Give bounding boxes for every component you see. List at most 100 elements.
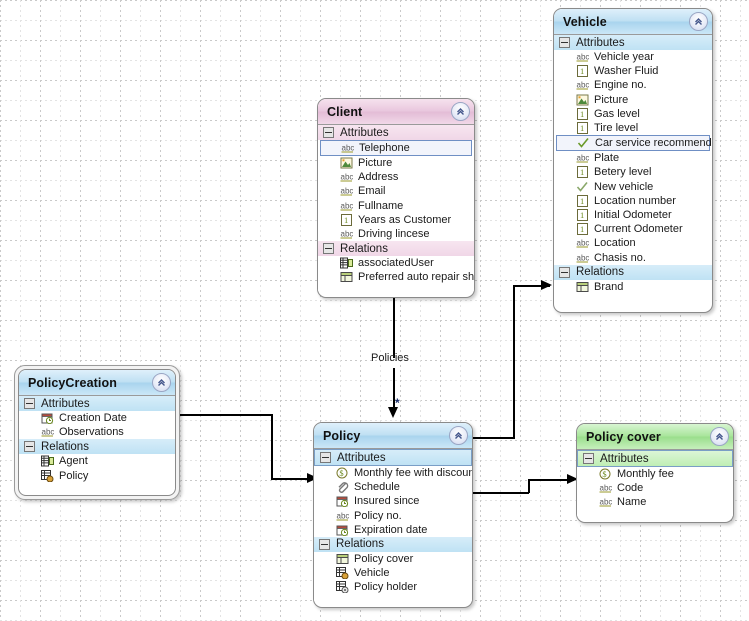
attribute-label: Expiration date	[354, 523, 428, 536]
attribute-row[interactable]: Expiration date	[314, 523, 472, 537]
attribute-row[interactable]: abc Chasis no.	[554, 250, 712, 264]
relation-label: Brand	[594, 280, 624, 293]
collapse-chevron-up-icon[interactable]	[152, 373, 171, 392]
minus-collapse-icon[interactable]	[323, 243, 334, 255]
entity-body: Attributes $ Monthly fee with discount Sc…	[314, 449, 472, 601]
relation-row[interactable]: Policy cover	[314, 552, 472, 566]
entity-client[interactable]: Client Attributes abc Telephone Picture a…	[317, 98, 475, 298]
table-record-icon	[41, 455, 54, 467]
attribute-row[interactable]: 1 Gas level	[554, 107, 712, 121]
relation-row[interactable]: Preferred auto repair shop	[318, 270, 474, 284]
collapse-chevron-up-icon[interactable]	[710, 427, 729, 446]
attribute-label: Initial Odometer	[594, 208, 672, 221]
attribute-row[interactable]: abc Plate	[554, 151, 712, 165]
attribute-label: Picture	[358, 157, 393, 170]
attribute-row[interactable]: Picture	[318, 156, 474, 170]
attribute-row[interactable]: 1 Current Odometer	[554, 222, 712, 236]
entity-header[interactable]: Policy cover	[577, 424, 733, 450]
relation-row[interactable]: Agent	[19, 454, 175, 468]
grid-line	[140, 0, 141, 620]
relation-row[interactable]: Vehicle	[314, 566, 472, 580]
section-header-attributes-selected[interactable]: Attributes	[314, 449, 472, 466]
section-header-relations[interactable]: Relations	[554, 264, 712, 280]
relation-row[interactable]: Brand	[554, 280, 712, 294]
connector-segment	[473, 492, 529, 494]
minus-collapse-icon[interactable]	[24, 441, 35, 453]
minus-collapse-icon[interactable]	[583, 453, 594, 464]
relation-row[interactable]: Policy holder	[314, 580, 472, 594]
attribute-row[interactable]: 1 Location number	[554, 194, 712, 208]
minus-collapse-icon[interactable]	[319, 538, 330, 550]
attribute-row[interactable]: abc Policy no.	[314, 509, 472, 523]
svg-text:1: 1	[580, 167, 584, 177]
svg-text:1: 1	[580, 210, 584, 220]
attribute-label: Engine no.	[594, 79, 647, 92]
entity-policycreation[interactable]: PolicyCreation Attributes Creation Date …	[14, 365, 180, 500]
relation-row[interactable]: Policy	[19, 469, 175, 483]
image-icon	[576, 94, 589, 106]
attribute-row[interactable]: $ Monthly fee	[577, 467, 733, 481]
attribute-row[interactable]: abc Email	[318, 184, 474, 198]
attribute-row[interactable]: abc Engine no.	[554, 78, 712, 92]
section-header-attributes-selected[interactable]: Attributes	[577, 450, 733, 467]
section-header-attributes[interactable]: Attributes	[318, 125, 474, 140]
entity-title: Policy	[323, 428, 361, 443]
minus-collapse-icon[interactable]	[323, 127, 334, 138]
attribute-row[interactable]: Creation Date	[19, 411, 175, 425]
abc-text-icon: abc	[576, 152, 589, 164]
attribute-row[interactable]: abc Observations	[19, 425, 175, 439]
attribute-row[interactable]: $ Monthly fee with discount	[314, 466, 472, 480]
relation-label: Vehicle	[354, 567, 390, 580]
attribute-row[interactable]: abc Location	[554, 236, 712, 250]
attribute-row[interactable]: Schedule	[314, 480, 472, 494]
section-header-attributes[interactable]: Attributes	[19, 396, 175, 411]
section-header-relations[interactable]: Relations	[318, 241, 474, 257]
section-header-attributes[interactable]: Attributes	[554, 35, 712, 50]
calendar-icon	[336, 495, 349, 508]
minus-collapse-icon[interactable]	[320, 452, 331, 463]
entity-header[interactable]: PolicyCreation	[19, 370, 175, 396]
collapse-chevron-up-icon[interactable]	[451, 102, 470, 121]
abc-text-icon: abc	[340, 171, 353, 183]
abc-text-icon: abc	[41, 426, 54, 438]
attribute-row[interactable]: abc Fullname	[318, 199, 474, 213]
entity-header[interactable]: Client	[318, 99, 474, 125]
attribute-row[interactable]: Insured since	[314, 494, 472, 508]
checkmark-icon	[577, 137, 590, 149]
attribute-row-selected[interactable]: abc Telephone	[320, 140, 472, 156]
table-clock-icon	[336, 581, 349, 594]
minus-collapse-icon[interactable]	[559, 266, 570, 278]
attribute-row[interactable]: 1 Betery level	[554, 165, 712, 179]
collapse-chevron-up-icon[interactable]	[449, 426, 468, 445]
attribute-row[interactable]: 1 Initial Odometer	[554, 208, 712, 222]
relation-row[interactable]: associatedUser	[318, 256, 474, 270]
attribute-row[interactable]: New vehicle	[554, 180, 712, 194]
attribute-row[interactable]: Picture	[554, 93, 712, 107]
attribute-row-selected[interactable]: Car service recommended	[556, 135, 712, 152]
svg-text:abc: abc	[341, 187, 354, 196]
collapse-chevron-up-icon[interactable]	[689, 12, 708, 31]
minus-collapse-icon[interactable]	[24, 398, 35, 409]
attribute-row[interactable]: 1 Washer Fluid	[554, 64, 712, 78]
grid-line	[740, 0, 741, 620]
minus-collapse-icon[interactable]	[559, 37, 570, 48]
entity-title: Client	[327, 104, 363, 119]
attribute-row[interactable]: abc Name	[577, 495, 733, 509]
entity-policy[interactable]: Policy Attributes $ Monthly fee with disc…	[313, 422, 473, 608]
entity-header[interactable]: Policy	[314, 423, 472, 449]
entity-header[interactable]: Vehicle	[554, 9, 712, 35]
attribute-row[interactable]: abc Vehicle year	[554, 50, 712, 64]
entity-policycover[interactable]: Policy cover Attributes $ Monthly fee abc…	[576, 423, 734, 523]
attribute-row[interactable]: 1 Years as Customer	[318, 213, 474, 227]
attribute-row[interactable]: abc Code	[577, 481, 733, 495]
entity-body: Attributes $ Monthly fee abc Code abc Name	[577, 450, 733, 516]
svg-text:abc: abc	[577, 154, 590, 163]
section-header-relations[interactable]: Relations	[314, 536, 472, 552]
attribute-row[interactable]: abc Address	[318, 170, 474, 184]
checkmark-icon	[576, 181, 589, 193]
section-header-relations[interactable]: Relations	[19, 439, 175, 455]
attribute-row[interactable]: abc Driving lincese	[318, 227, 474, 241]
attribute-row[interactable]: 1 Tire level	[554, 121, 712, 135]
entity-vehicle[interactable]: Vehicle Attributes abc Vehicle year 1 Wash…	[553, 8, 713, 313]
attribute-label: Telephone	[359, 142, 410, 154]
